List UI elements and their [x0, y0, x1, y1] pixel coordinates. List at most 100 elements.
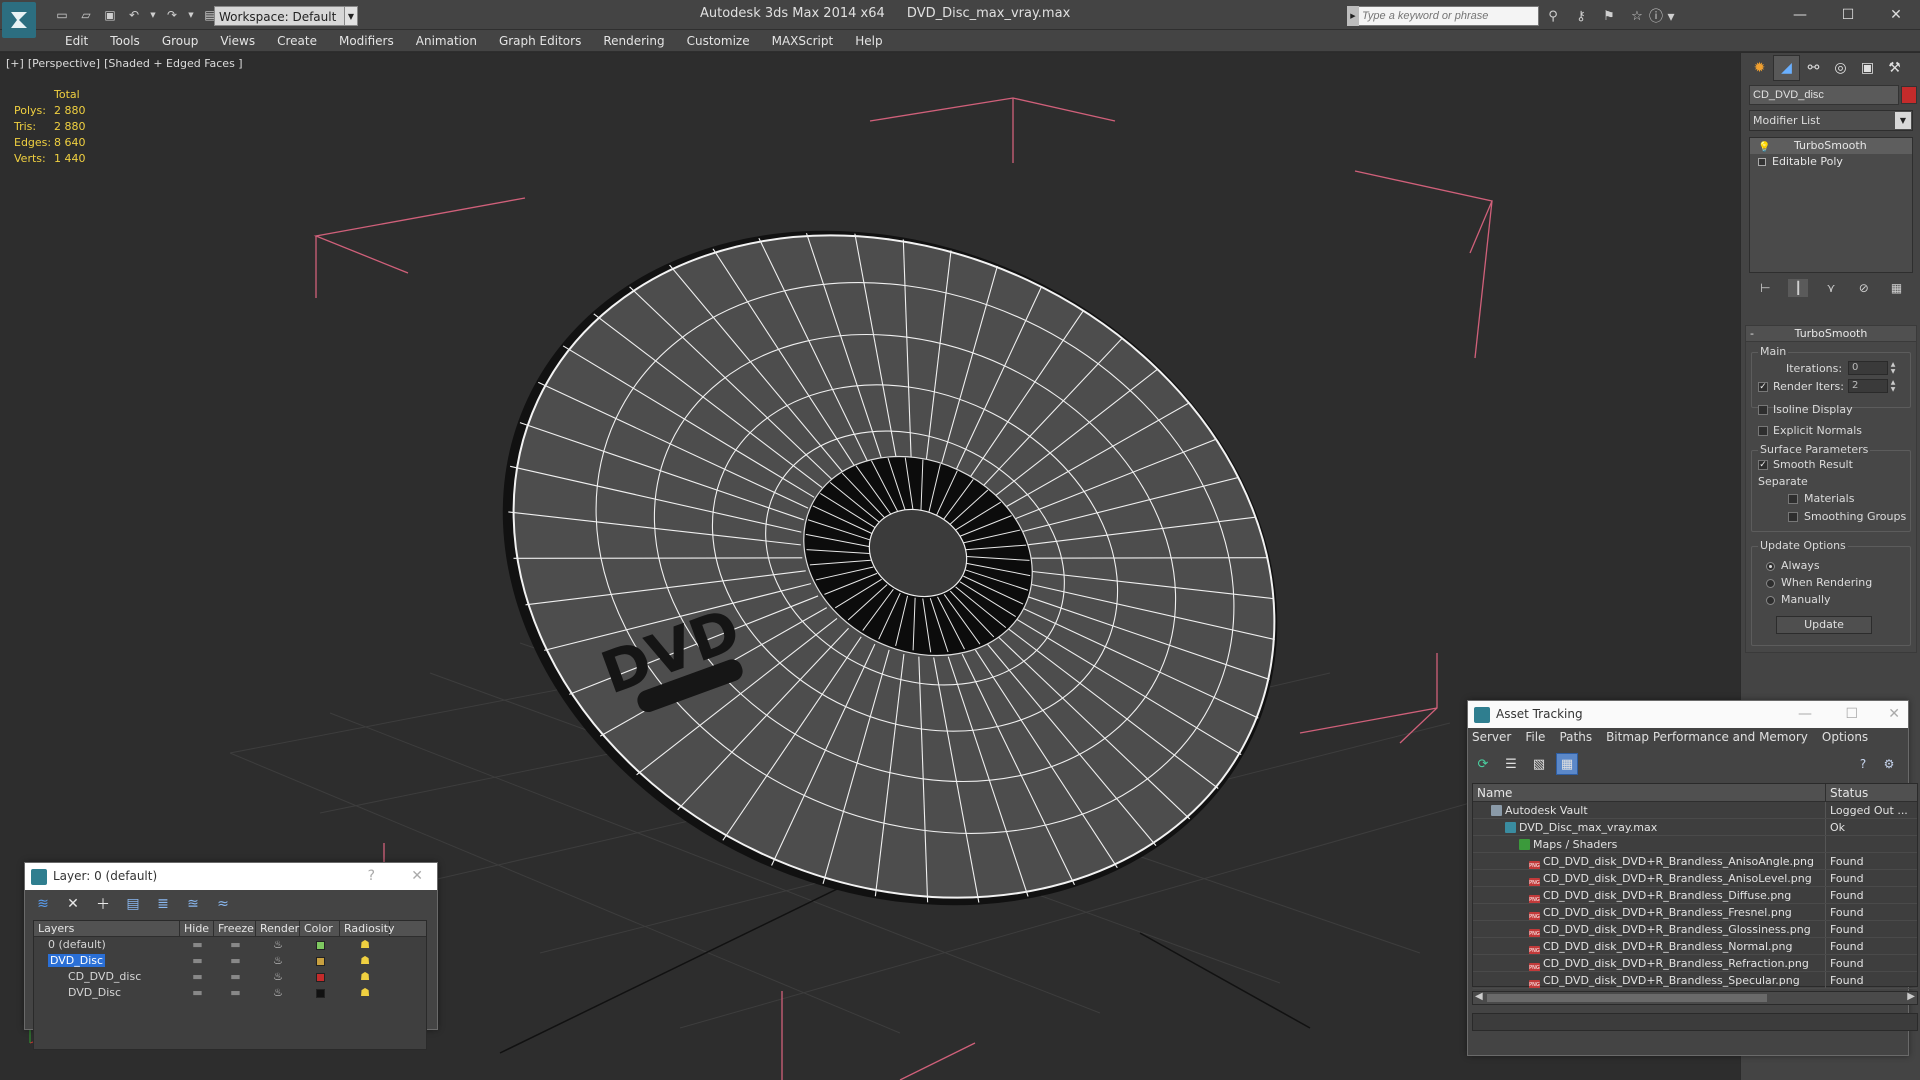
- undo-icon[interactable]: ↶: [124, 5, 144, 25]
- show-end-result-icon[interactable]: ┃: [1788, 279, 1809, 297]
- freeze-toggle[interactable]: ▬: [214, 937, 256, 953]
- minimize-button[interactable]: —: [1776, 0, 1824, 30]
- viewport-point-of-view-menu[interactable]: [Perspective]: [28, 57, 100, 70]
- asset-name[interactable]: Autodesk Vault: [1473, 802, 1825, 818]
- always-radio[interactable]: [1766, 562, 1775, 571]
- viewport-shading-menu[interactable]: [Shaded + Edged Faces ]: [104, 57, 242, 70]
- asset-name[interactable]: PNG CD_DVD_disk_DVD+R_Brandless_Refractio…: [1473, 955, 1825, 971]
- communication-icon[interactable]: ⚑: [1599, 6, 1619, 26]
- asset-row[interactable]: PNG CD_DVD_disk_DVD+R_Brandless_Refractio…: [1473, 955, 1917, 972]
- when-rendering-radio[interactable]: [1766, 579, 1775, 588]
- asset-row[interactable]: PNG CD_DVD_disk_DVD+R_Brandless_Normal.pn…: [1473, 938, 1917, 955]
- create-tab-icon[interactable]: ✹: [1746, 55, 1773, 81]
- asset-window-titlebar[interactable]: Asset Tracking — ☐ ✕: [1468, 701, 1908, 728]
- menu-rendering[interactable]: Rendering: [592, 33, 675, 49]
- select-layer-icon[interactable]: ≣: [151, 893, 175, 915]
- column-freeze[interactable]: Freeze: [214, 921, 256, 936]
- asset-row[interactable]: PNG CD_DVD_disk_DVD+R_Brandless_AnisoLeve…: [1473, 870, 1917, 887]
- delete-layer-icon[interactable]: ✕: [61, 893, 85, 915]
- menu-tools[interactable]: Tools: [99, 33, 151, 49]
- viewport-general-menu[interactable]: [+]: [6, 57, 24, 70]
- subscription-icon[interactable]: ⚷: [1571, 6, 1591, 26]
- add-to-layer-icon[interactable]: ＋: [91, 893, 115, 915]
- menu-maxscript[interactable]: MAXScript: [761, 33, 845, 49]
- layer-row[interactable]: CD_DVD_disc ▬ ▬ ♨ ☗: [34, 969, 426, 985]
- help-icon[interactable]: ⓘ ▾: [1649, 6, 1681, 26]
- utilities-tab-icon[interactable]: ⚒: [1881, 55, 1908, 81]
- asset-menu-file[interactable]: File: [1525, 730, 1545, 744]
- menu-edit[interactable]: Edit: [54, 33, 99, 49]
- layer-color-swatch[interactable]: [300, 937, 340, 953]
- layer-color-swatch[interactable]: [300, 953, 340, 969]
- layer-color-swatch[interactable]: [300, 985, 340, 1001]
- hierarchy-tab-icon[interactable]: ⚯: [1800, 55, 1827, 81]
- scroll-left-icon[interactable]: ◀: [1475, 991, 1483, 1002]
- create-layer-icon[interactable]: ≋: [31, 893, 55, 915]
- thumbnail-view-icon[interactable]: ▧: [1528, 753, 1550, 775]
- asset-name[interactable]: Maps / Shaders: [1473, 836, 1825, 852]
- render-teapot-icon[interactable]: ♨: [256, 953, 300, 969]
- asset-name[interactable]: PNG CD_DVD_disk_DVD+R_Brandless_Specular.…: [1473, 972, 1825, 988]
- spinner-arrows-icon[interactable]: ▲ ▼: [1889, 361, 1897, 375]
- display-tab-icon[interactable]: ▣: [1854, 55, 1881, 81]
- asset-name[interactable]: PNG CD_DVD_disk_DVD+R_Brandless_Normal.pn…: [1473, 938, 1825, 954]
- remove-modifier-icon[interactable]: ⊘: [1854, 279, 1874, 297]
- layer-properties-icon[interactable]: ≊: [181, 893, 205, 915]
- column-radiosity[interactable]: Radiosity: [340, 921, 395, 936]
- asset-row[interactable]: PNG CD_DVD_disk_DVD+R_Brandless_AnisoAngl…: [1473, 853, 1917, 870]
- hide-toggle[interactable]: ▬: [180, 937, 214, 953]
- asset-row[interactable]: PNG CD_DVD_disk_DVD+R_Brandless_Diffuse.p…: [1473, 887, 1917, 904]
- smooth-result-checkbox[interactable]: ✓: [1758, 460, 1768, 470]
- freeze-toggle[interactable]: ▬: [214, 985, 256, 1001]
- render-teapot-icon[interactable]: ♨: [256, 937, 300, 953]
- column-layers[interactable]: Layers: [34, 921, 180, 936]
- column-render[interactable]: Render: [256, 921, 300, 936]
- hide-toggle[interactable]: ▬: [180, 953, 214, 969]
- asset-name[interactable]: DVD_Disc_max_vray.max: [1473, 819, 1825, 835]
- configure-modifier-sets-icon[interactable]: ▦: [1887, 279, 1907, 297]
- undo-dropdown-icon[interactable]: ▼: [148, 5, 158, 25]
- layer-name[interactable]: 0 (default): [34, 937, 180, 953]
- asset-name[interactable]: PNG CD_DVD_disk_DVD+R_Brandless_Glossines…: [1473, 921, 1825, 937]
- expand-icon[interactable]: [1758, 158, 1766, 166]
- rollout-header[interactable]: - TurboSmooth: [1746, 326, 1916, 342]
- render-iters-checkbox[interactable]: ✓: [1758, 382, 1768, 392]
- redo-dropdown-icon[interactable]: ▼: [186, 5, 196, 25]
- table-view-icon[interactable]: ▦: [1556, 753, 1578, 775]
- close-icon[interactable]: ✕: [411, 863, 423, 890]
- layer-color-swatch[interactable]: [300, 969, 340, 985]
- menu-help[interactable]: Help: [844, 33, 893, 49]
- help-icon[interactable]: ?: [1854, 755, 1872, 773]
- pin-stack-icon[interactable]: ⊢: [1755, 279, 1775, 297]
- close-button[interactable]: ✕: [1872, 0, 1920, 30]
- asset-menu-bitmap[interactable]: Bitmap Performance and Memory: [1606, 730, 1808, 744]
- menu-group[interactable]: Group: [151, 33, 210, 49]
- favorites-star-icon[interactable]: ☆: [1627, 6, 1647, 26]
- motion-tab-icon[interactable]: ◎: [1827, 55, 1854, 81]
- workspace-selector[interactable]: Workspace: Default ▾: [214, 6, 358, 26]
- minimize-icon[interactable]: —: [1798, 701, 1812, 728]
- menu-graph-editors[interactable]: Graph Editors: [488, 33, 592, 49]
- menu-customize[interactable]: Customize: [676, 33, 761, 49]
- layer-name[interactable]: DVD_Disc: [34, 953, 180, 969]
- radiosity-icon[interactable]: ☗: [340, 953, 390, 969]
- asset-name[interactable]: PNG CD_DVD_disk_DVD+R_Brandless_AnisoAngl…: [1473, 853, 1825, 869]
- layer-window-titlebar[interactable]: Layer: 0 (default) ? ✕: [25, 863, 437, 890]
- menu-views[interactable]: Views: [209, 33, 266, 49]
- open-file-icon[interactable]: ▱: [76, 5, 96, 25]
- asset-name[interactable]: PNG CD_DVD_disk_DVD+R_Brandless_Fresnel.p…: [1473, 904, 1825, 920]
- column-hide[interactable]: Hide: [180, 921, 214, 936]
- asset-row[interactable]: PNG CD_DVD_disk_DVD+R_Brandless_Specular.…: [1473, 972, 1917, 989]
- maximize-button[interactable]: ☐: [1824, 0, 1872, 30]
- maximize-icon[interactable]: ☐: [1845, 701, 1858, 728]
- scroll-right-icon[interactable]: ▶: [1907, 991, 1915, 1002]
- update-button[interactable]: Update: [1776, 616, 1872, 634]
- search-input[interactable]: [1347, 6, 1539, 26]
- smoothing-groups-checkbox[interactable]: [1788, 512, 1798, 522]
- menu-animation[interactable]: Animation: [405, 33, 488, 49]
- render-teapot-icon[interactable]: ♨: [256, 985, 300, 1001]
- save-file-icon[interactable]: ▣: [100, 5, 120, 25]
- search-expand-icon[interactable]: ▶: [1347, 6, 1359, 26]
- redo-icon[interactable]: ↷: [162, 5, 182, 25]
- app-menu-button[interactable]: [2, 2, 36, 38]
